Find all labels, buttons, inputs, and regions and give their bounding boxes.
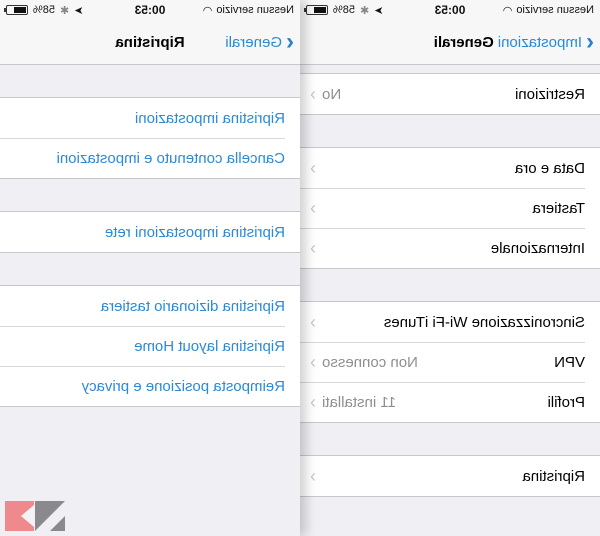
ripristina-screen: Nessun servizio ◠ 00:53 ➤ ✱ 58% ‹ Genera… xyxy=(0,0,300,536)
chevron-right-icon: › xyxy=(310,391,316,412)
row-value: No xyxy=(322,85,342,103)
page-title: Generali xyxy=(433,33,494,51)
chevron-right-icon: › xyxy=(310,311,316,332)
back-label: Impostazioni xyxy=(497,33,582,51)
group-reset-other: Ripristina dizionario tastiera Ripristin… xyxy=(0,285,300,407)
row-label: Ripristina xyxy=(522,467,585,485)
row-label: Cancella contenuto e impostazioni xyxy=(56,149,285,167)
chevron-left-icon: ‹ xyxy=(586,28,594,55)
group-reset: Ripristina › xyxy=(300,455,600,497)
row-value: 11 installati xyxy=(322,393,396,411)
navigation-bar: ‹ Generali Ripristina xyxy=(0,20,300,65)
row-tastiera[interactable]: Tastiera › xyxy=(300,188,600,228)
group-locale: Data e ora › Tastiera › Internazionale › xyxy=(300,147,600,269)
row-vpn[interactable]: VPN Non connesso › xyxy=(300,342,600,382)
chevron-right-icon: › xyxy=(310,237,316,258)
row-label: Ripristina dizionario tastiera xyxy=(100,297,285,315)
erase-all-button[interactable]: Cancella contenuto e impostazioni xyxy=(0,138,300,178)
row-sync-itunes[interactable]: Sincronizzazione Wi-Fi iTunes › xyxy=(300,302,600,342)
row-label: Data e ora xyxy=(514,159,585,177)
row-label: Ripristina layout Home xyxy=(134,337,285,355)
chevron-right-icon: › xyxy=(310,351,316,372)
row-label: Reimposta posizione e privacy xyxy=(81,377,285,395)
back-label: Generali xyxy=(225,33,282,51)
row-profili[interactable]: Profili 11 installati › xyxy=(300,382,600,422)
chevron-right-icon: › xyxy=(310,157,316,178)
chevron-right-icon: › xyxy=(310,197,316,218)
generali-screen: Nessun servizio ◠ 00:53 ➤ ✱ 58% ‹ Impost… xyxy=(300,0,600,536)
watermark-logo-icon xyxy=(5,501,65,531)
chevron-left-icon: ‹ xyxy=(286,28,294,55)
back-button-impostazioni[interactable]: ‹ Impostazioni xyxy=(497,28,600,55)
clock: 00:53 xyxy=(434,3,466,17)
reset-location-privacy-button[interactable]: Reimposta posizione e privacy xyxy=(0,366,300,406)
row-value: Non connesso xyxy=(322,353,418,371)
reset-network-button[interactable]: Ripristina impostazioni rete xyxy=(0,212,300,252)
chevron-right-icon: › xyxy=(310,465,316,486)
row-label: Ripristina impostazioni rete xyxy=(104,223,285,241)
row-data-e-ora[interactable]: Data e ora › xyxy=(300,148,600,188)
row-ripristina[interactable]: Ripristina › xyxy=(300,456,600,496)
status-bar: Nessun servizio ◠ 00:53 ➤ ✱ 58% xyxy=(0,0,300,20)
row-label: Tastiera xyxy=(532,199,585,217)
group-restrictions: Restrizioni No › xyxy=(300,73,600,115)
navigation-bar: ‹ Impostazioni Generali xyxy=(300,20,600,65)
reset-keyboard-dictionary-button[interactable]: Ripristina dizionario tastiera xyxy=(0,286,300,326)
row-internazionale[interactable]: Internazionale › xyxy=(300,228,600,268)
status-bar: Nessun servizio ◠ 00:53 ➤ ✱ 58% xyxy=(300,0,600,20)
reset-home-layout-button[interactable]: Ripristina layout Home xyxy=(0,326,300,366)
row-label: Sincronizzazione Wi-Fi iTunes xyxy=(383,313,585,331)
back-button-generali[interactable]: ‹ Generali xyxy=(225,28,300,55)
battery-icon xyxy=(306,5,328,15)
group-sync: Sincronizzazione Wi-Fi iTunes › VPN Non co… xyxy=(300,301,600,423)
row-label: VPN xyxy=(554,353,585,371)
group-reset-settings: Ripristina impostazioni Cancella contenu… xyxy=(0,97,300,179)
row-label: Internazionale xyxy=(490,239,585,257)
row-label: Profili xyxy=(547,393,585,411)
group-reset-network: Ripristina impostazioni rete xyxy=(0,211,300,253)
row-restrizioni[interactable]: Restrizioni No › xyxy=(300,74,600,114)
reset-settings-button[interactable]: Ripristina impostazioni xyxy=(0,98,300,138)
battery-icon xyxy=(6,5,28,15)
row-label: Restrizioni xyxy=(514,85,585,103)
row-label: Ripristina impostazioni xyxy=(134,109,285,127)
chevron-right-icon: › xyxy=(310,83,316,104)
clock: 00:53 xyxy=(134,3,166,17)
